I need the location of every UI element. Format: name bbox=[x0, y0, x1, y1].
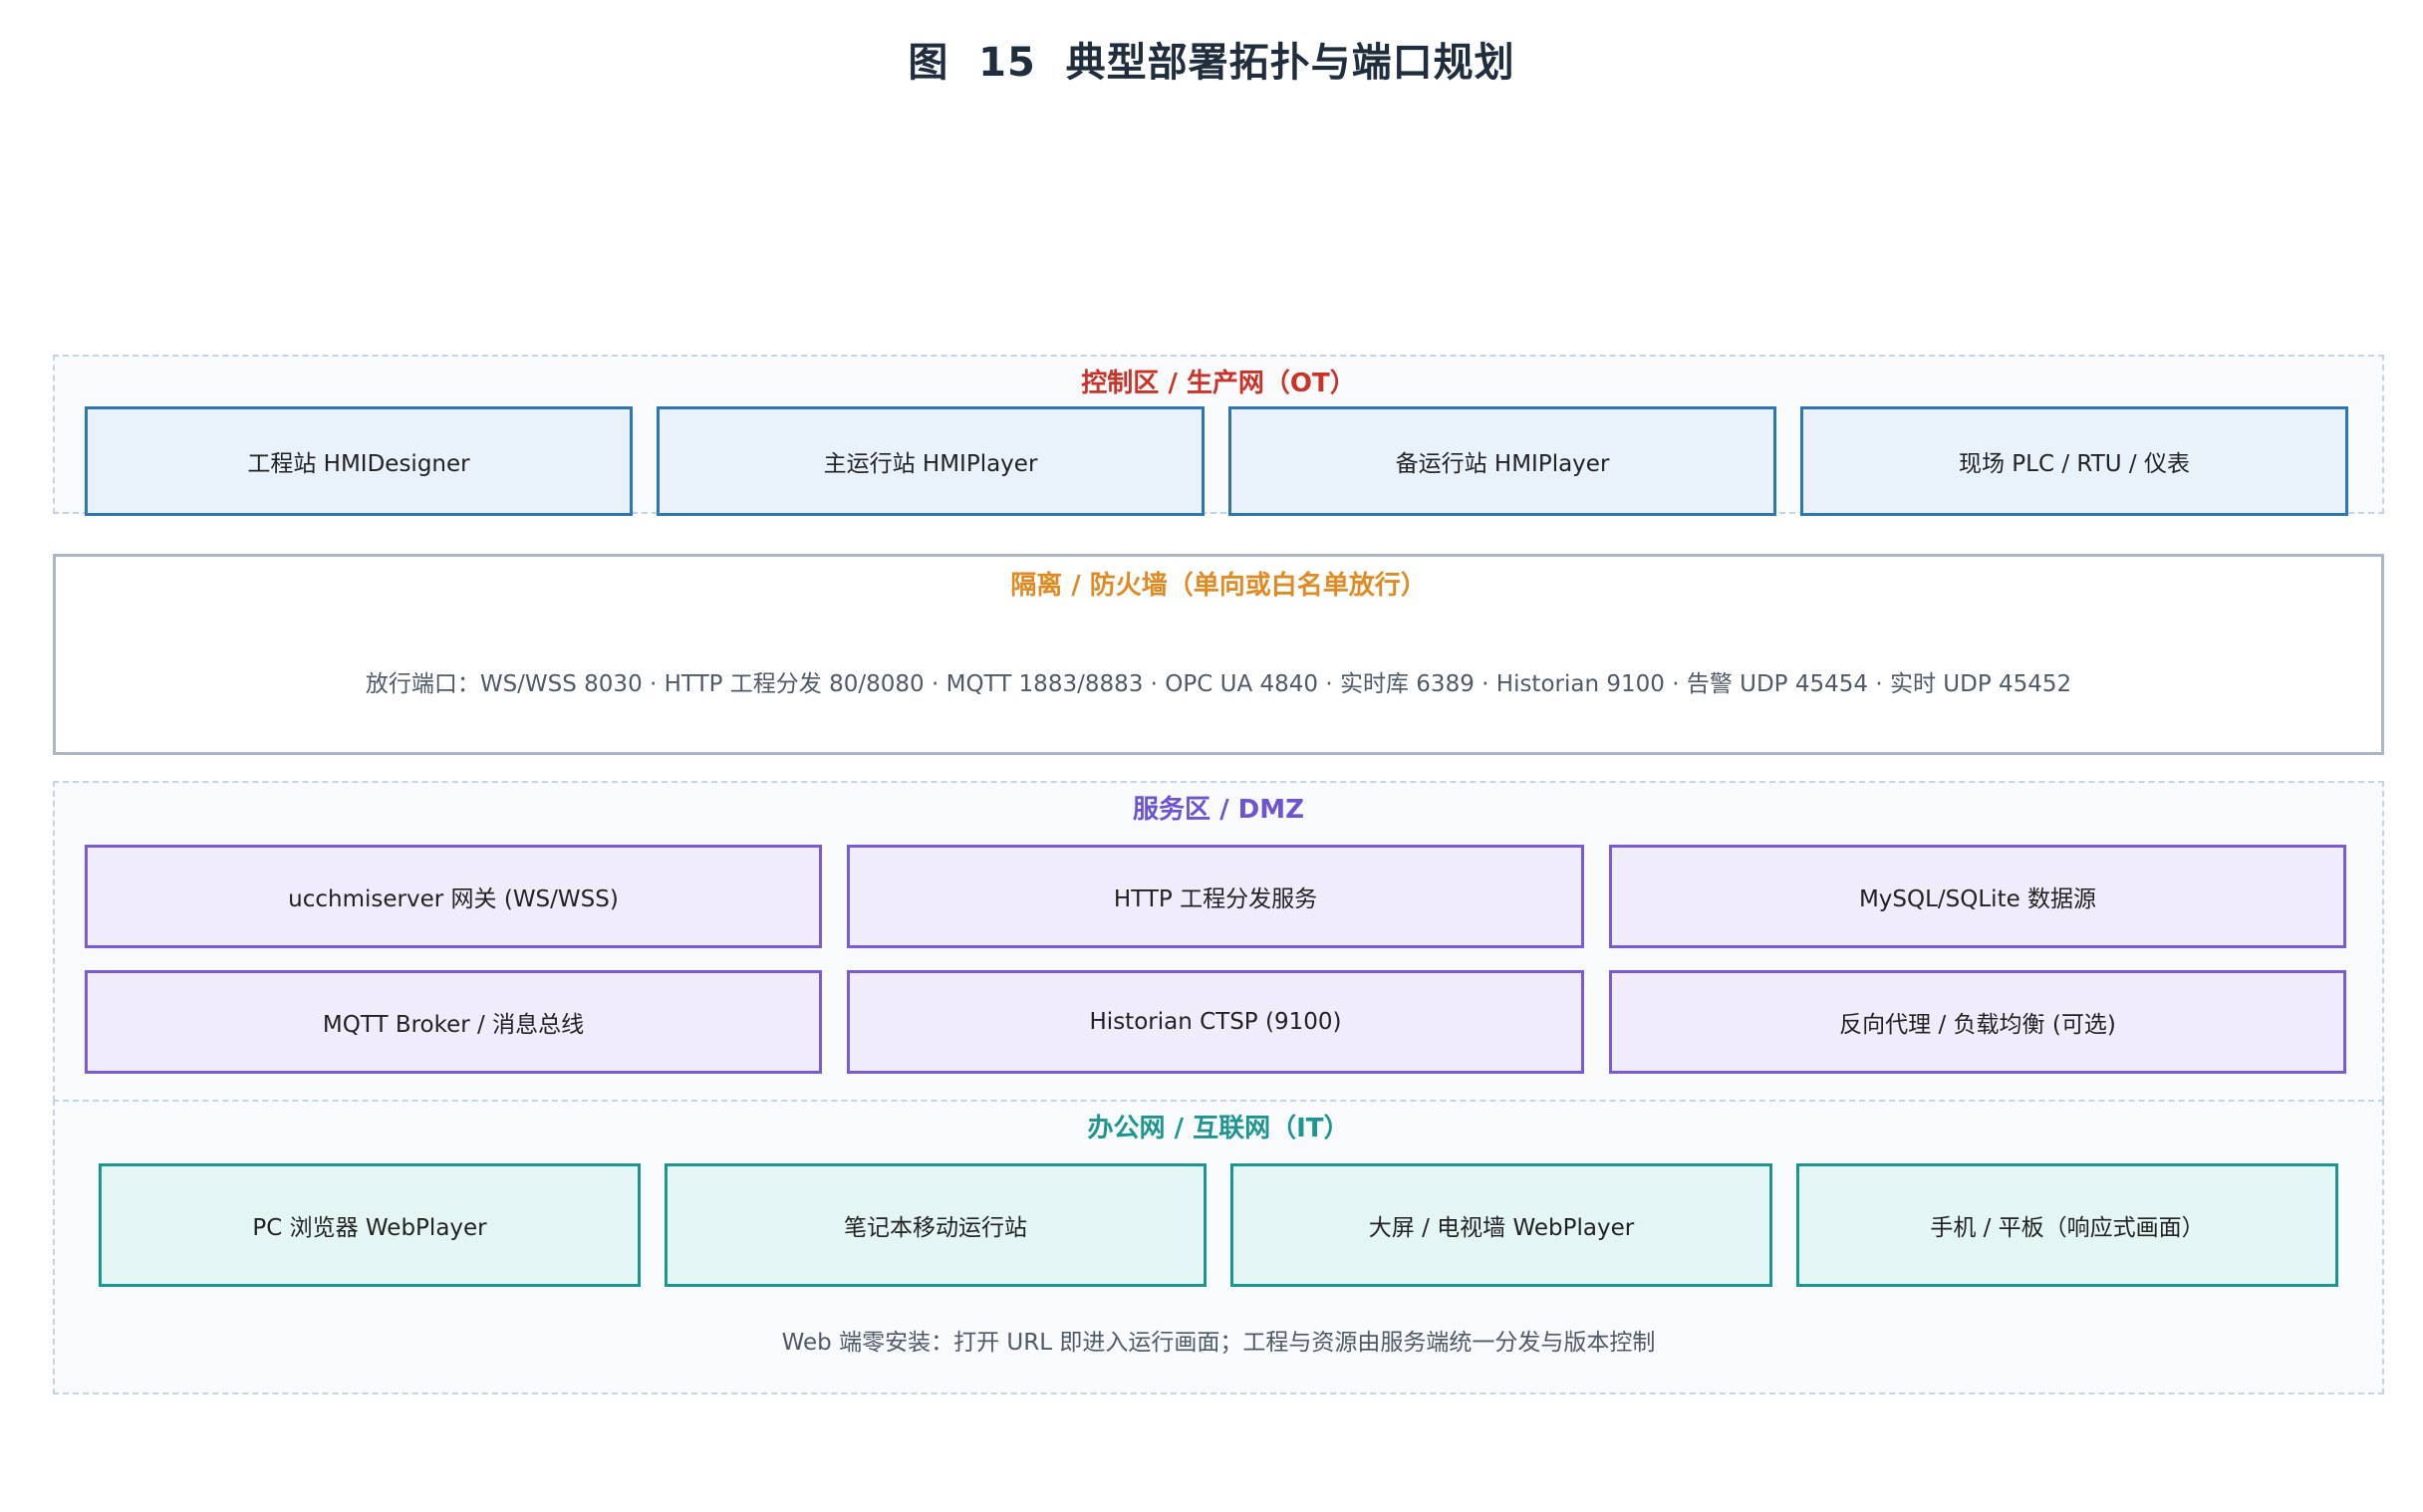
zone-ot-title: 控制区 / 生产网（OT） bbox=[1081, 369, 1356, 398]
zone-firewall: 隔离 / 防火墙（单向或白名单放行） 放行端口：WS/WSS 8030 · HT… bbox=[53, 554, 2384, 755]
box-backup-runtime-station: 备运行站 HMIPlayer bbox=[1228, 406, 1776, 516]
box-laptop-mobile-station: 笔记本移动运行站 bbox=[665, 1163, 1207, 1287]
firewall-port-list: 放行端口：WS/WSS 8030 · HTTP 工程分发 80/8080 · M… bbox=[365, 671, 2072, 697]
box-data-source: MySQL/SQLite 数据源 bbox=[1609, 845, 2346, 948]
zone-firewall-title: 隔离 / 防火墙（单向或白名单放行） bbox=[1010, 571, 1427, 601]
box-mqtt-broker: MQTT Broker / 消息总线 bbox=[85, 970, 822, 1074]
box-primary-runtime-station: 主运行站 HMIPlayer bbox=[657, 406, 1205, 516]
box-engineering-station: 工程站 HMIDesigner bbox=[85, 406, 633, 516]
zone-it-title: 办公网 / 互联网（IT） bbox=[1087, 1114, 1350, 1143]
box-pc-browser: PC 浏览器 WebPlayer bbox=[99, 1163, 641, 1287]
box-video-wall: 大屏 / 电视墙 WebPlayer bbox=[1230, 1163, 1772, 1287]
box-field-devices: 现场 PLC / RTU / 仪表 bbox=[1800, 406, 2348, 516]
figure-title: 图 15 典型部署拓扑与端口规划 bbox=[908, 40, 1515, 86]
box-reverse-proxy: 反向代理 / 负载均衡 (可选) bbox=[1609, 970, 2346, 1074]
web-zero-install-note: Web 端零安装：打开 URL 即进入运行画面；工程与资源由服务端统一分发与版本… bbox=[781, 1330, 1656, 1356]
box-mobile-tablet: 手机 / 平板（响应式画面） bbox=[1796, 1163, 2338, 1287]
box-http-distribution: HTTP 工程分发服务 bbox=[847, 845, 1584, 948]
box-gateway: ucchmiserver 网关 (WS/WSS) bbox=[85, 845, 822, 948]
box-historian: Historian CTSP (9100) bbox=[847, 970, 1584, 1074]
zone-dmz-title: 服务区 / DMZ bbox=[1133, 795, 1304, 825]
